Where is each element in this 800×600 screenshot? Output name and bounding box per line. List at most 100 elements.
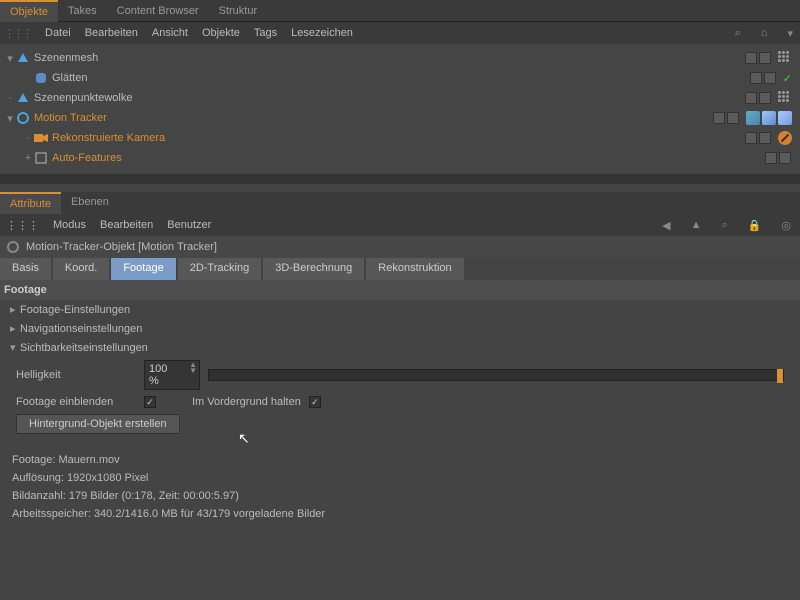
target-icon[interactable]: ◎ bbox=[781, 219, 791, 232]
visibility-cell[interactable] bbox=[765, 152, 777, 164]
attr-menu-modus[interactable]: Modus bbox=[53, 219, 86, 231]
render-cell[interactable] bbox=[764, 72, 776, 84]
tree-row-glaetten[interactable]: Glätten ✓ bbox=[0, 68, 800, 88]
subtab-rekonstruktion[interactable]: Rekonstruktion bbox=[366, 258, 463, 280]
leaf-icon: · bbox=[22, 132, 34, 144]
collapse-icon[interactable]: ▾ bbox=[4, 52, 16, 65]
object-title: Motion-Tracker-Objekt [Motion Tracker] bbox=[26, 241, 217, 253]
search-icon[interactable]: ⌕ bbox=[722, 219, 728, 232]
collapse-icon: ▾ bbox=[10, 341, 20, 354]
tree-label: Szenenpunktewolke bbox=[34, 92, 132, 104]
visibility-cell[interactable] bbox=[745, 52, 757, 64]
group-label: Sichtbarkeitseinstellungen bbox=[20, 342, 148, 354]
nav-back-icon[interactable]: ◀ bbox=[662, 219, 670, 232]
tag-icon[interactable] bbox=[746, 111, 760, 125]
tag-icon[interactable] bbox=[778, 111, 792, 125]
menu-datei[interactable]: Datei bbox=[45, 27, 71, 39]
menu-chevron-icon[interactable]: ▾ bbox=[787, 27, 793, 40]
menu-objekte[interactable]: Objekte bbox=[202, 27, 240, 39]
einblenden-checkbox[interactable]: ✓ bbox=[144, 396, 156, 408]
menu-ansicht[interactable]: Ansicht bbox=[152, 27, 188, 39]
tab-content-browser[interactable]: Content Browser bbox=[107, 1, 209, 21]
group-label: Footage-Einstellungen bbox=[20, 304, 130, 316]
info-bildanzahl: Bildanzahl: 179 Bilder (0:178, Zeit: 00:… bbox=[12, 487, 788, 505]
render-cell[interactable] bbox=[759, 132, 771, 144]
tree-row-kamera[interactable]: · Rekonstruierte Kamera bbox=[0, 128, 800, 148]
tab-objekte[interactable]: Objekte bbox=[0, 0, 58, 22]
panel-separator[interactable] bbox=[0, 174, 800, 184]
tab-attribute[interactable]: Attribute bbox=[0, 192, 61, 214]
expand-icon: ▸ bbox=[10, 322, 20, 335]
protection-tag-icon[interactable] bbox=[778, 131, 792, 145]
grip-icon: ⋮⋮⋮ bbox=[6, 219, 39, 232]
grip-icon: ⋮⋮⋮ bbox=[4, 27, 31, 40]
collapse-icon[interactable]: ▾ bbox=[4, 112, 16, 125]
group-navigation[interactable]: ▸ Navigationseinstellungen bbox=[0, 319, 800, 338]
motion-tracker-icon bbox=[16, 111, 30, 125]
tab-ebenen[interactable]: Ebenen bbox=[61, 192, 119, 214]
visibility-cell[interactable] bbox=[713, 112, 725, 124]
attr-menu-bearbeiten[interactable]: Bearbeiten bbox=[100, 219, 153, 231]
subtab-koord[interactable]: Koord. bbox=[53, 258, 109, 280]
motion-tracker-icon bbox=[6, 240, 20, 254]
visibility-cell[interactable] bbox=[745, 132, 757, 144]
tab-struktur[interactable]: Struktur bbox=[209, 1, 268, 21]
hintergrund-erstellen-button[interactable]: Hintergrund-Objekt erstellen bbox=[16, 414, 180, 434]
attribute-subtabs: Basis Koord. Footage 2D-Tracking 3D-Bere… bbox=[0, 258, 800, 280]
helligkeit-slider[interactable] bbox=[208, 369, 784, 381]
slider-thumb[interactable] bbox=[777, 369, 783, 383]
field-helligkeit: Helligkeit 100 % ▲▼ bbox=[0, 357, 800, 393]
einblenden-label: Footage einblenden bbox=[16, 396, 136, 408]
tree-row-motion-tracker[interactable]: ▾ Motion Tracker bbox=[0, 108, 800, 128]
home-icon[interactable]: ⌂ bbox=[761, 27, 768, 39]
vordergrund-label: Im Vordergrund halten bbox=[192, 396, 301, 408]
attribute-tab-bar: Attribute Ebenen bbox=[0, 192, 800, 214]
group-sichtbarkeit[interactable]: ▾ Sichtbarkeitseinstellungen bbox=[0, 338, 800, 357]
field-checkboxes: Footage einblenden ✓ Im Vordergrund halt… bbox=[0, 393, 800, 411]
attr-menu-benutzer[interactable]: Benutzer bbox=[167, 219, 211, 231]
tree-label: Glätten bbox=[52, 72, 87, 84]
section-header-footage: Footage bbox=[0, 280, 800, 300]
mesh-icon bbox=[16, 51, 30, 65]
spinner-icon[interactable]: ▲▼ bbox=[189, 362, 197, 374]
tree-row-autofeatures[interactable]: + Auto-Features bbox=[0, 148, 800, 168]
footage-info: Footage: Mauern.mov Auflösung: 1920x1080… bbox=[0, 447, 800, 527]
field-hintergrund: Hintergrund-Objekt erstellen bbox=[0, 411, 800, 437]
expand-icon[interactable]: + bbox=[22, 152, 34, 164]
object-tree: ▾ Szenenmesh Glätten ✓ · Szenenpunktewol… bbox=[0, 44, 800, 174]
tag-icon[interactable] bbox=[762, 111, 776, 125]
null-icon bbox=[34, 151, 48, 165]
search-icon[interactable]: ⌕ bbox=[735, 27, 741, 40]
subtab-3d-berechnung[interactable]: 3D-Berechnung bbox=[263, 258, 364, 280]
dots-tag-icon[interactable] bbox=[778, 51, 792, 65]
helligkeit-input[interactable]: 100 % ▲▼ bbox=[144, 360, 200, 390]
check-icon[interactable]: ✓ bbox=[783, 72, 792, 85]
render-cell[interactable] bbox=[727, 112, 739, 124]
vordergrund-checkbox[interactable]: ✓ bbox=[309, 396, 321, 408]
render-cell[interactable] bbox=[779, 152, 791, 164]
tree-label: Motion Tracker bbox=[34, 112, 107, 124]
tree-row-szenenmesh[interactable]: ▾ Szenenmesh bbox=[0, 48, 800, 68]
menu-lesezeichen[interactable]: Lesezeichen bbox=[291, 27, 353, 39]
lock-icon[interactable]: 🔒 bbox=[748, 219, 762, 232]
render-cell[interactable] bbox=[759, 52, 771, 64]
group-label: Navigationseinstellungen bbox=[20, 323, 142, 335]
render-cell[interactable] bbox=[759, 92, 771, 104]
subtab-2d-tracking[interactable]: 2D-Tracking bbox=[178, 258, 262, 280]
menu-tags[interactable]: Tags bbox=[254, 27, 277, 39]
tree-row-punktewolke[interactable]: · Szenenpunktewolke bbox=[0, 88, 800, 108]
menu-bearbeiten[interactable]: Bearbeiten bbox=[85, 27, 138, 39]
subtab-footage[interactable]: Footage bbox=[111, 258, 175, 280]
group-footage-einstellungen[interactable]: ▸ Footage-Einstellungen bbox=[0, 300, 800, 319]
visibility-cell[interactable] bbox=[750, 72, 762, 84]
dots-tag-icon[interactable] bbox=[778, 91, 792, 105]
top-tab-bar: Objekte Takes Content Browser Struktur bbox=[0, 0, 800, 22]
tab-takes[interactable]: Takes bbox=[58, 1, 107, 21]
nav-up-icon[interactable]: ▲ bbox=[691, 219, 702, 231]
info-arbeitsspeicher: Arbeitsspeicher: 340.2/1416.0 MB für 43/… bbox=[12, 505, 788, 523]
tree-label: Szenenmesh bbox=[34, 52, 98, 64]
visibility-cell[interactable] bbox=[745, 92, 757, 104]
info-footage: Footage: Mauern.mov bbox=[12, 451, 788, 469]
subtab-basis[interactable]: Basis bbox=[0, 258, 51, 280]
object-menu-bar: ⋮⋮⋮ Datei Bearbeiten Ansicht Objekte Tag… bbox=[0, 22, 800, 44]
